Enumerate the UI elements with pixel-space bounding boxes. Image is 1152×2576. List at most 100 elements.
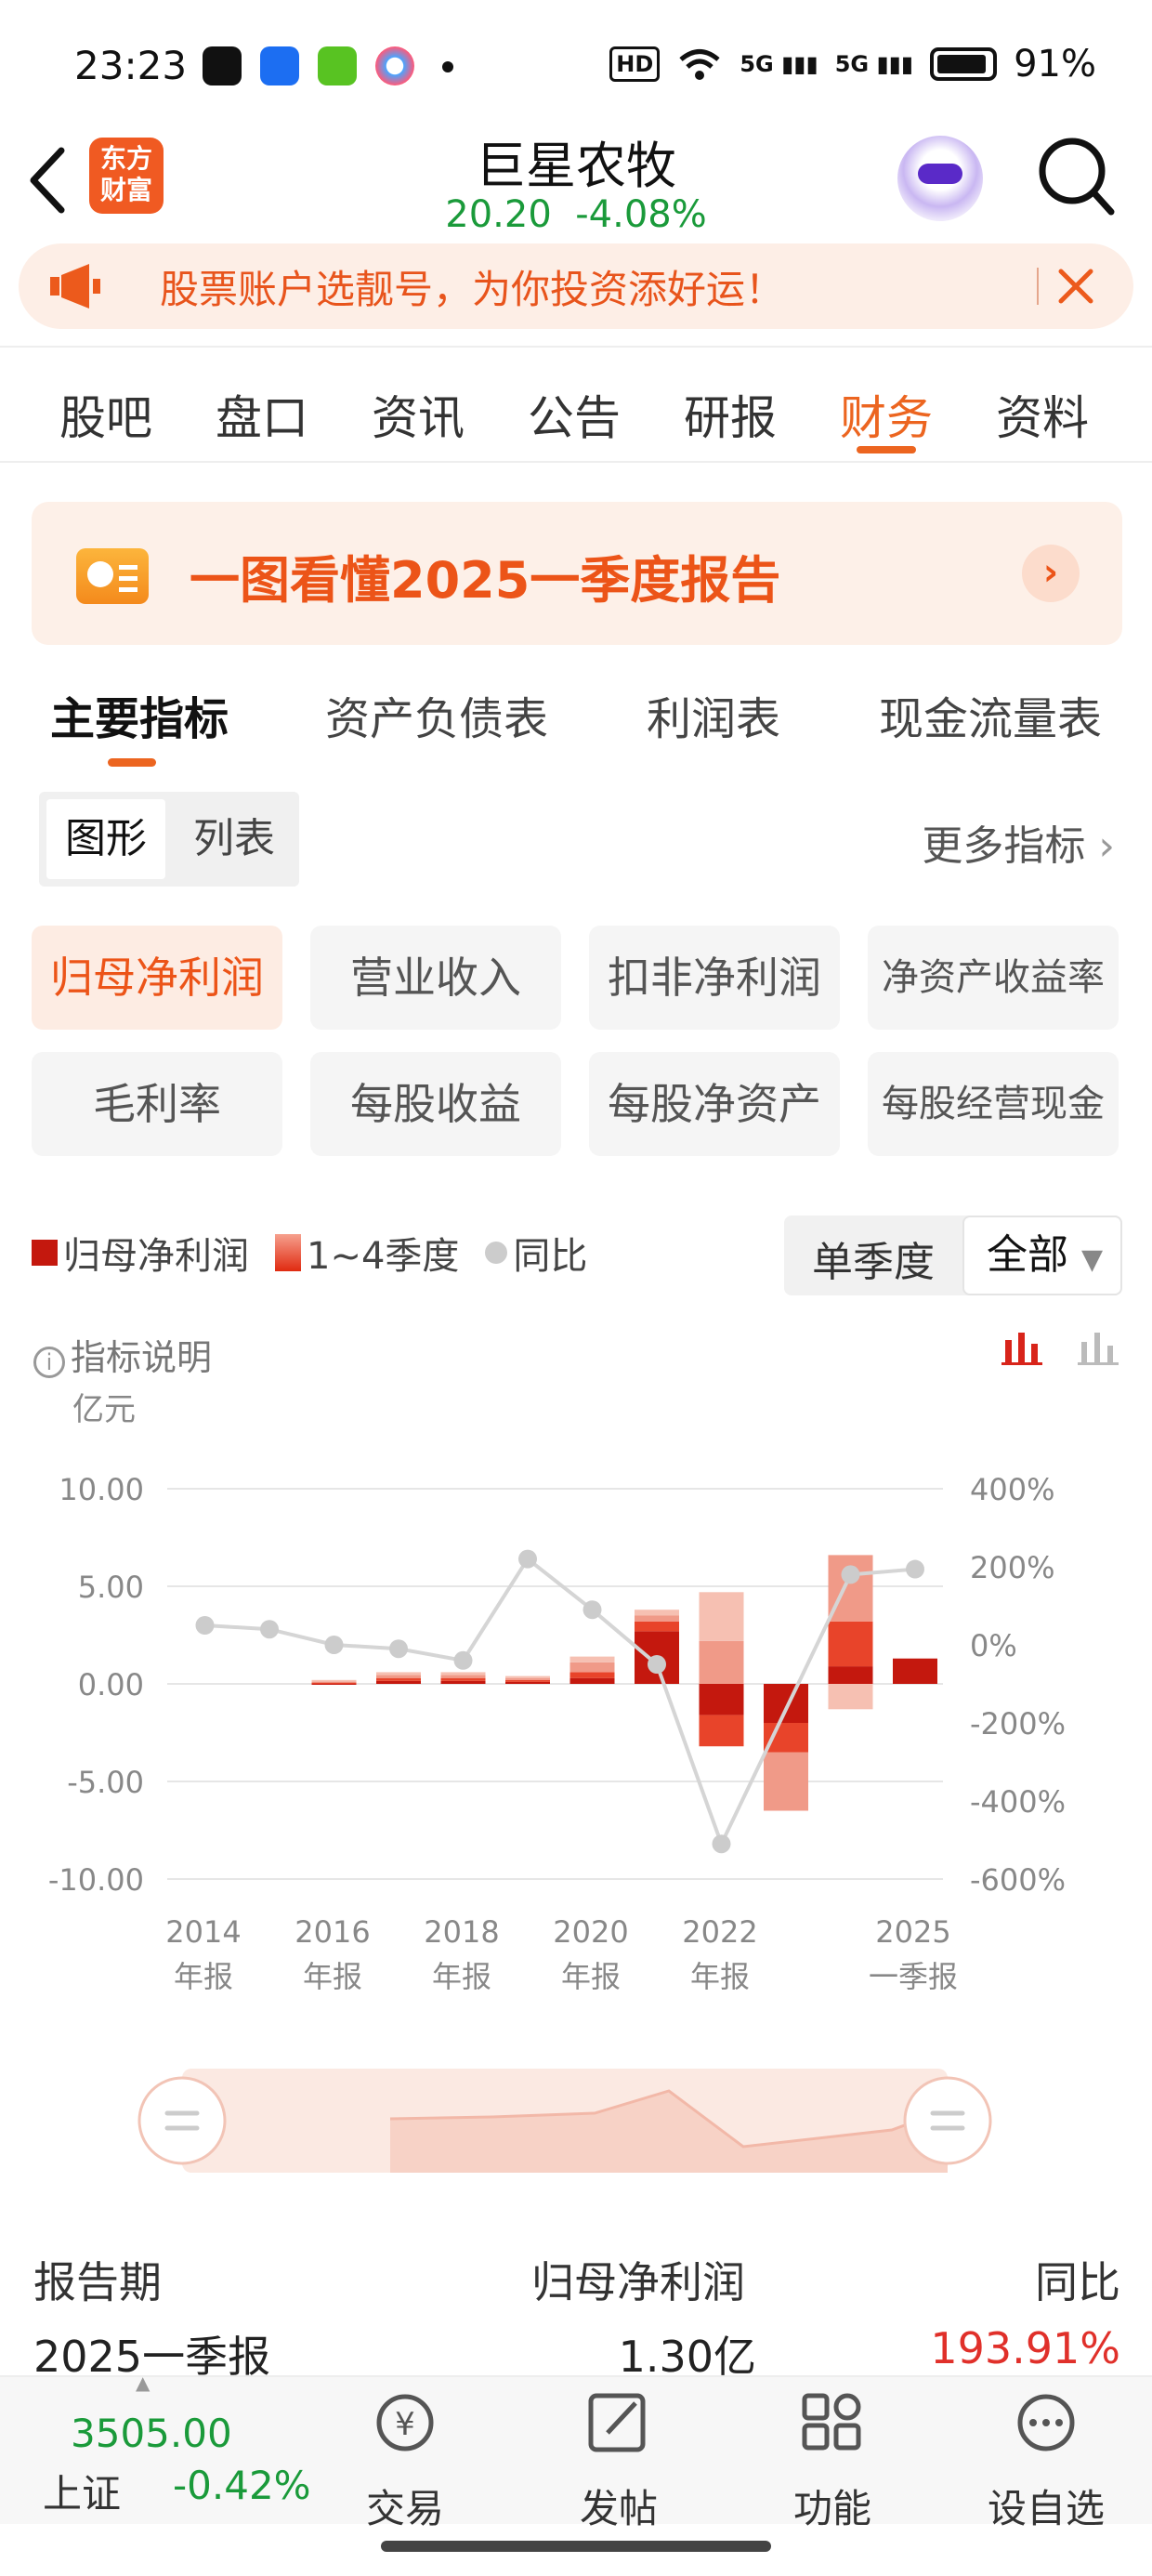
legend-net-profit: 归母净利润 — [63, 1235, 249, 1278]
shield-app-icon — [260, 46, 299, 85]
left-tick-label: 0.00 — [78, 1667, 144, 1702]
stacked-bar-chart-icon[interactable] — [1001, 1329, 1042, 1366]
period-single-quarter[interactable]: 单季度 — [812, 1229, 935, 1288]
x-tick-label: 年报 — [432, 1959, 491, 1994]
logo-line-2: 财富 — [99, 175, 152, 205]
chip-deducted-net-profit[interactable]: 扣非净利润 — [589, 926, 840, 1030]
index-change: -0.42% — [173, 2463, 311, 2508]
camera-app-icon — [375, 46, 414, 85]
more-metrics-link[interactable]: 更多指标 › — [922, 812, 1115, 872]
line-glyph — [119, 565, 137, 570]
owl-app-icon — [318, 46, 357, 85]
tiktok-icon — [203, 46, 242, 85]
tab-pankou[interactable]: 盘口 — [216, 381, 308, 448]
right-tick-label: -200% — [970, 1706, 1066, 1741]
tab-news[interactable]: 资讯 — [372, 381, 465, 448]
toggle-list[interactable]: 列表 — [178, 799, 290, 879]
range-slider[interactable] — [0, 2054, 1152, 2193]
bar-segment — [440, 1672, 486, 1676]
tab-finance[interactable]: 财务 — [840, 381, 933, 448]
x-axis-labels: 2014 年报 2016 年报 2018 年报 2020 年报 2022 年报 2025 一季报 — [165, 1914, 958, 1994]
status-time: 23:23 — [74, 43, 188, 88]
bar-segment — [569, 1656, 615, 1663]
nav-features[interactable]: 功能 — [758, 2477, 907, 2534]
nav-post[interactable]: 发帖 — [544, 2477, 693, 2534]
chip-operating-cash-per-share[interactable]: 每股经营现金 — [868, 1052, 1119, 1156]
tab-announcements[interactable]: 公告 — [528, 381, 621, 448]
active-tab-indicator — [857, 446, 916, 453]
toggle-graph[interactable]: 图形 — [46, 799, 165, 879]
bar-segment — [635, 1615, 679, 1622]
info-icon: i — [33, 1347, 65, 1378]
eastmoney-logo[interactable]: 东方 财富 — [89, 138, 164, 214]
subtab-balance-sheet[interactable]: 资产负债表 — [325, 682, 548, 747]
bar-segment — [828, 1684, 873, 1710]
yoy-point — [324, 1636, 344, 1654]
right-tick-label: 400% — [970, 1472, 1054, 1507]
caret-up-icon: ▲ — [136, 2372, 151, 2394]
yoy-line — [195, 1549, 924, 1854]
chip-eps[interactable]: 每股收益 — [310, 1052, 561, 1156]
x-tick-label: 年报 — [561, 1959, 621, 1994]
chip-roe[interactable]: 净资产收益率 — [868, 926, 1119, 1030]
bar-segment — [440, 1680, 486, 1684]
battery-icon — [930, 47, 998, 81]
bar-segment — [635, 1621, 679, 1632]
chip-revenue[interactable]: 营业收入 — [310, 926, 561, 1030]
period-toggle: 单季度 全部 ▼ — [784, 1216, 1122, 1295]
bar-segment — [376, 1672, 421, 1676]
signal-5g-icon-2: 5G ▮▮▮ — [834, 51, 914, 77]
tab-research[interactable]: 研报 — [684, 381, 777, 448]
status-bar: 23:23 HD 5G ▮▮▮ 5G ▮▮▮ 91% — [0, 0, 1152, 130]
bar-segment — [505, 1676, 550, 1678]
legend-quarters: 1~4季度 — [307, 1235, 460, 1278]
bar-segment — [376, 1680, 421, 1684]
bar-segment — [699, 1640, 744, 1684]
chevron-right-icon[interactable]: › — [1022, 545, 1080, 602]
x-tick-label: 年报 — [303, 1959, 362, 1994]
period-all-dropdown[interactable]: 全部 ▼ — [962, 1216, 1122, 1295]
subtab-cash-flow[interactable]: 现金流量表 — [879, 682, 1102, 747]
grouped-bar-chart-icon[interactable] — [1078, 1329, 1119, 1366]
quarterly-report-card[interactable]: 一图看懂2025一季度报告 › — [32, 502, 1122, 645]
chip-gross-margin[interactable]: 毛利率 — [32, 1052, 282, 1156]
main-tabs: 股吧 盘口 资讯 公告 研报 财务 资料 — [0, 346, 1152, 463]
bar-segment — [828, 1555, 873, 1622]
legend-yoy: 同比 — [513, 1235, 588, 1278]
robot-visor — [918, 164, 962, 184]
bar-segment — [699, 1592, 744, 1641]
x-tick-label: 2014 — [165, 1914, 241, 1950]
trade-icon: ¥ — [331, 2390, 479, 2459]
stock-price: 20.20 — [445, 193, 552, 236]
yoy-point — [648, 1655, 666, 1674]
cell-yoy: 193.91% — [930, 2323, 1120, 2373]
x-tick-label: 2016 — [295, 1914, 370, 1950]
nav-add-watchlist[interactable]: 设自选 — [972, 2477, 1120, 2534]
metric-explanation-link[interactable]: i 指标说明 — [33, 1329, 212, 1380]
compose-post-icon — [544, 2390, 693, 2459]
chip-bvps[interactable]: 每股净资产 — [589, 1052, 840, 1156]
yoy-point — [518, 1549, 537, 1569]
subtab-key-metrics[interactable]: 主要指标 — [50, 682, 229, 747]
close-icon[interactable] — [1055, 266, 1096, 307]
slider-handle-right[interactable] — [903, 2076, 992, 2165]
search-icon[interactable] — [1037, 134, 1117, 217]
tab-guba[interactable]: 股吧 — [59, 381, 152, 448]
subtab-income-statement[interactable]: 利润表 — [647, 682, 780, 747]
wifi-icon — [679, 49, 720, 80]
tab-profile[interactable]: 资料 — [996, 381, 1089, 448]
nav-trade[interactable]: 交易 — [331, 2477, 479, 2534]
period-all-label: 全部 — [987, 1231, 1068, 1279]
slider-handle-left[interactable] — [137, 2076, 227, 2165]
x-tick-label: 年报 — [690, 1959, 750, 1994]
signal-5g-label-2: 5G — [834, 51, 870, 77]
chip-net-profit[interactable]: 归母净利润 — [32, 926, 282, 1030]
robot-avatar[interactable] — [897, 136, 983, 221]
index-ticker[interactable]: ▲ 3505.00 上证 -0.42% — [37, 2372, 316, 2526]
promo-banner[interactable]: 股票账户选靓号，为你投资添好运！ — [19, 243, 1133, 329]
chart-grid: 10.00 5.00 0.00 -5.00 -10.00 400% 200% 0% -200% -… — [48, 1472, 1066, 1898]
stock-change: -4.08% — [575, 193, 707, 236]
table-row[interactable]: 2025一季报 1.30亿 193.91% — [0, 2323, 1152, 2382]
right-tick-label: -400% — [970, 1784, 1066, 1820]
dropdown-triangle-icon: ▼ — [1081, 1243, 1104, 1276]
